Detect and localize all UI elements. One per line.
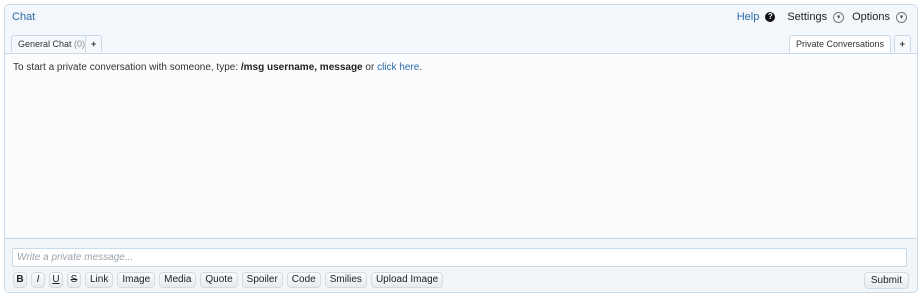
tab-private-conversations-label: Private Conversations [795, 39, 884, 49]
chat-header: Chat Help ? Settings ▾ Options ▾ [5, 5, 917, 29]
add-tab-button[interactable]: + [85, 35, 103, 52]
options-chevron-icon[interactable]: ▾ [896, 11, 907, 23]
msg-command: /msg username, message [240, 62, 363, 73]
header-menu: Help ? Settings ▾ Options ▾ [737, 11, 911, 23]
options-menu[interactable]: Options [852, 11, 890, 23]
smilies-button[interactable]: Smilies [324, 272, 367, 288]
settings-menu[interactable]: Settings [787, 11, 827, 23]
spoiler-button[interactable]: Spoiler [241, 272, 283, 288]
tab-private-conversations[interactable]: Private Conversations [788, 35, 891, 53]
intro-prefix: To start a private conversation with som… [13, 62, 241, 73]
link-button[interactable]: Link [85, 272, 114, 288]
message-composer: B I U S Link Image Media Quote Spoiler C… [5, 238, 917, 292]
help-link[interactable]: Help [737, 11, 760, 23]
italic-button[interactable]: I [31, 272, 45, 288]
tab-general-chat-label: General Chat [18, 39, 72, 49]
quote-button[interactable]: Quote [200, 272, 238, 288]
code-button[interactable]: Code [286, 272, 321, 288]
tab-bar: General Chat (0) + Private Conversations… [5, 29, 917, 54]
tab-general-chat-count: (0) [74, 39, 86, 49]
click-here-link[interactable]: click here [377, 62, 419, 73]
intro-suffix: . [419, 62, 423, 73]
underline-button[interactable]: U [49, 272, 63, 288]
image-button[interactable]: Image [117, 272, 156, 288]
formatting-toolbar: B I U S Link Image Media Quote Spoiler C… [13, 272, 444, 288]
media-button[interactable]: Media [159, 272, 197, 288]
strikethrough-button[interactable]: S [67, 272, 81, 288]
help-icon[interactable]: ? [765, 12, 776, 22]
add-private-tab-button[interactable]: + [893, 35, 911, 52]
settings-chevron-icon[interactable]: ▾ [833, 11, 845, 23]
chat-panel: Chat Help ? Settings ▾ Options ▾ General… [4, 4, 918, 293]
message-input[interactable] [12, 248, 907, 267]
intro-middle: or [362, 62, 378, 73]
conversation-area: To start a private conversation with som… [6, 54, 916, 237]
chat-title: Chat [12, 11, 36, 23]
intro-text: To start a private conversation with som… [13, 62, 422, 73]
bold-button[interactable]: B [13, 272, 27, 288]
tab-general-chat[interactable]: General Chat (0) [11, 35, 93, 52]
upload-image-button[interactable]: Upload Image [370, 272, 444, 288]
submit-button[interactable]: Submit [863, 272, 909, 289]
